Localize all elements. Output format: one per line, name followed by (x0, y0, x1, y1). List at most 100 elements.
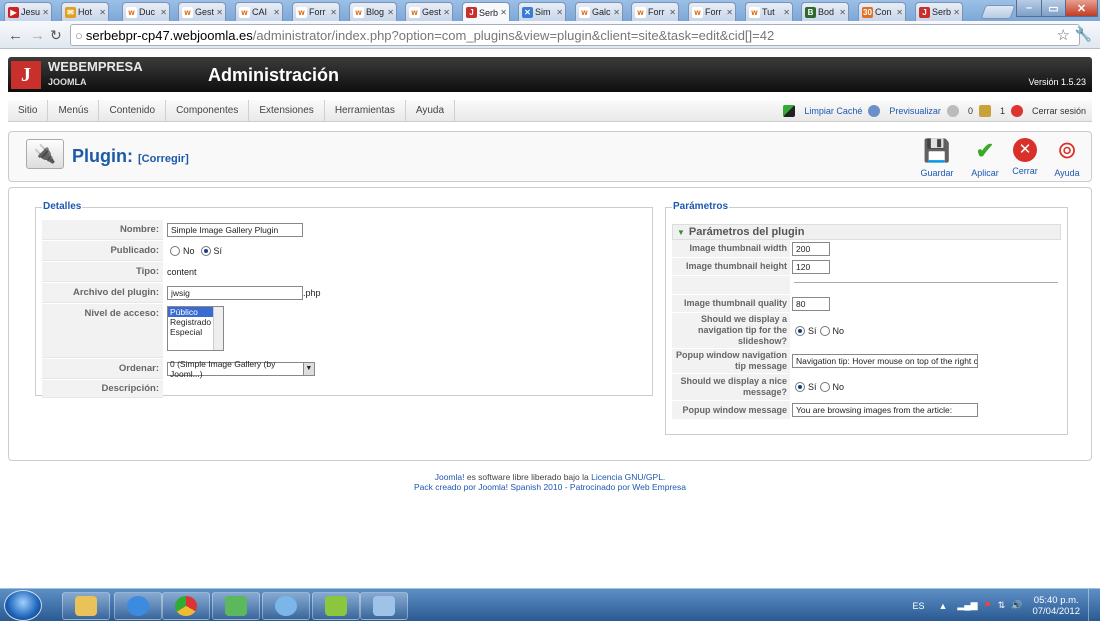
tab-close-icon[interactable]: ✕ (556, 8, 563, 17)
menu-ayuda[interactable]: Ayuda (406, 99, 456, 122)
nav-tip-no-radio[interactable] (819, 325, 830, 336)
taskbar-messenger[interactable] (262, 592, 310, 620)
browser-tab[interactable]: w Forr ✕ (631, 2, 679, 21)
menu-contenido[interactable]: Contenido (99, 99, 167, 122)
browser-tab[interactable]: ✕ Sim ✕ (518, 2, 566, 21)
browser-tab[interactable]: w Galc ✕ (575, 2, 623, 21)
browser-tab[interactable]: J Serb ✕ (462, 2, 510, 22)
wrench-icon[interactable]: 🔧 (1075, 26, 1092, 43)
browser-tab[interactable]: w Duc ✕ (122, 2, 170, 21)
preview-link[interactable]: Previsualizar (868, 105, 941, 117)
browser-tab[interactable]: w Blog ✕ (349, 2, 397, 21)
network-icon[interactable]: ⇅ (998, 600, 1006, 611)
taskbar-app6[interactable] (312, 592, 360, 620)
apply-button[interactable]: ✔ Aplicar (963, 138, 1007, 178)
taskbar-explorer[interactable] (62, 592, 110, 620)
tab-close-icon[interactable]: ✕ (896, 8, 903, 17)
messages-indicator[interactable]: 0 (946, 105, 973, 117)
browser-tab[interactable]: 30 Con ✕ (858, 2, 906, 21)
new-tab-button[interactable] (980, 5, 1016, 19)
reload-icon[interactable]: ↻ (50, 27, 62, 44)
tab-close-icon[interactable]: ✕ (783, 8, 790, 17)
show-hidden-icons-icon[interactable]: ▲ (938, 601, 947, 611)
close-window-button[interactable]: ✕ (1065, 0, 1098, 17)
access-listbox[interactable]: Público Registrado Especial (167, 306, 224, 351)
thumb-quality-input[interactable]: 80 (792, 296, 830, 311)
order-select[interactable]: 0 (Simple Image Gallery (by Jooml...) ▼ (167, 359, 315, 379)
nav-tip-yes-radio[interactable] (795, 325, 805, 336)
nice-msg-yes-radio[interactable] (795, 382, 805, 392)
taskbar-app4[interactable] (212, 592, 260, 620)
license-link[interactable]: Licencia GNU/GPL. (591, 472, 665, 482)
help-button[interactable]: ⊚ Ayuda (1045, 138, 1089, 179)
url-input[interactable]: ○ serbebpr-cp47.webjoomla.es/administrat… (70, 24, 1080, 46)
tab-close-icon[interactable]: ✕ (443, 8, 450, 17)
brand-sub: JOOMLA (48, 77, 87, 87)
tab-close-icon[interactable]: ✕ (160, 8, 167, 17)
clock[interactable]: 05:40 p.m. 07/04/2012 (1032, 595, 1080, 617)
tab-close-icon[interactable]: ✕ (330, 8, 337, 17)
speaker-icon[interactable]: 🔊 (1011, 600, 1022, 611)
taskbar-chrome[interactable] (162, 592, 210, 620)
tab-close-icon[interactable]: ✕ (953, 8, 960, 17)
taskbar-paint[interactable] (360, 592, 408, 620)
browser-tab[interactable]: J Serb ✕ (915, 2, 963, 21)
tab-close-icon[interactable]: ✕ (613, 8, 620, 17)
minimize-button[interactable]: – (1016, 0, 1042, 17)
logout-link[interactable]: Cerrar sesión (1010, 105, 1086, 117)
flag-icon[interactable]: ⚑ (984, 600, 992, 611)
clear-cache-link[interactable]: Limpiar Caché (783, 105, 862, 117)
browser-tab[interactable]: w Gest ✕ (178, 2, 226, 21)
forward-arrow-icon[interactable]: → (30, 27, 45, 44)
menu-sitio[interactable]: Sitio (8, 99, 49, 122)
tab-close-icon[interactable]: ✕ (669, 8, 676, 17)
browser-tab[interactable]: w Forr ✕ (688, 2, 736, 21)
signal-icon[interactable]: ▂▄▆ (957, 600, 977, 611)
tab-close-icon[interactable]: ✕ (387, 8, 394, 17)
browser-tab[interactable]: ✉ Hot ✕ (61, 2, 109, 21)
tab-close-icon[interactable]: ✕ (726, 8, 733, 17)
show-desktop-button[interactable] (1088, 589, 1100, 621)
taskbar-ie[interactable] (114, 592, 162, 620)
file-input[interactable]: jwsig (167, 286, 303, 300)
joomla-logo-icon: J (11, 61, 41, 89)
params-section-header[interactable]: ▼ Parámetros del plugin (672, 224, 1061, 240)
browser-tab-strip: ▶ Jesu ✕ ✉ Hot ✕ w Duc ✕ w Gest ✕ w CAI ✕ w Forr ✕ w Blog ✕ w… (0, 0, 1100, 22)
maximize-button[interactable]: ▭ (1041, 0, 1066, 17)
close-button[interactable]: ✕ Cerrar (1003, 138, 1047, 176)
menu-menus[interactable]: Menús (48, 99, 100, 122)
language-indicator[interactable]: ES (912, 601, 924, 611)
tab-close-icon[interactable]: ✕ (500, 8, 507, 17)
access-option-publico[interactable]: Público (168, 307, 213, 317)
browser-tab[interactable]: w Tut ✕ (745, 2, 793, 21)
tab-close-icon[interactable]: ✕ (99, 8, 106, 17)
menu-extensiones[interactable]: Extensiones (249, 99, 325, 122)
tab-close-icon[interactable]: ✕ (42, 8, 49, 17)
browser-tab[interactable]: w CAI ✕ (235, 2, 283, 21)
popup-tip-input[interactable]: Navigation tip: Hover mouse on top of th… (792, 354, 978, 368)
tab-close-icon[interactable]: ✕ (839, 8, 846, 17)
joomla-link[interactable]: Joomla! (435, 472, 465, 482)
browser-tab[interactable]: B Bod ✕ (801, 2, 849, 21)
menu-componentes[interactable]: Componentes (166, 99, 250, 122)
tab-close-icon[interactable]: ✕ (273, 8, 280, 17)
listbox-scrollbar[interactable] (213, 307, 223, 350)
back-arrow-icon[interactable]: ← (8, 27, 23, 44)
thumb-height-input[interactable]: 120 (792, 259, 830, 274)
published-yes-radio[interactable] (200, 246, 211, 256)
bookmark-star-icon[interactable]: ☆ (1057, 26, 1070, 44)
name-input[interactable]: Simple Image Gallery Plugin (167, 223, 303, 237)
footer-credits[interactable]: Pack creado por Joomla! Spanish 2010 - P… (0, 482, 1100, 492)
browser-tab[interactable]: w Forr ✕ (292, 2, 340, 21)
tab-close-icon[interactable]: ✕ (216, 8, 223, 17)
start-button[interactable] (4, 590, 42, 621)
menu-herramientas[interactable]: Herramientas (325, 99, 406, 122)
nice-msg-no-radio[interactable] (819, 382, 830, 392)
browser-tab[interactable]: w Gest ✕ (405, 2, 453, 21)
browser-tab[interactable]: ▶ Jesu ✕ (4, 2, 52, 21)
published-no-radio[interactable] (170, 246, 180, 256)
thumb-width-input[interactable]: 200 (792, 241, 830, 256)
users-indicator[interactable]: 1 (978, 105, 1005, 117)
popup-msg-input[interactable]: You are browsing images from the article… (792, 403, 978, 417)
save-button[interactable]: 💾 Guardar (915, 138, 959, 178)
